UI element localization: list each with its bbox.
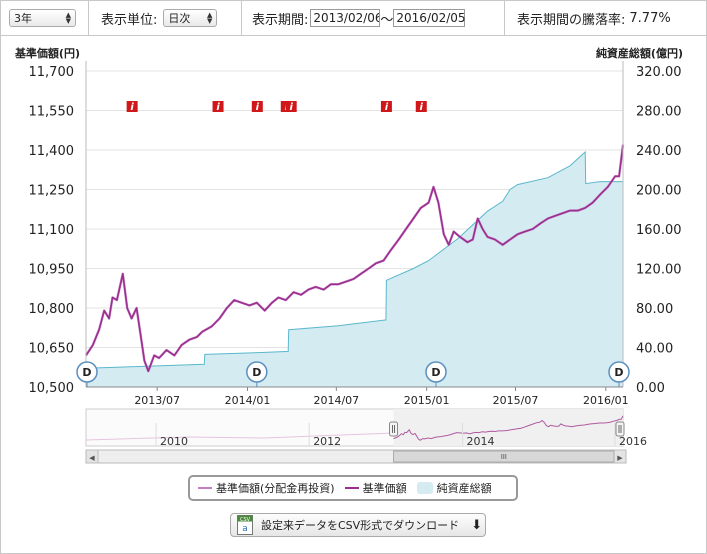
y-right-tick: 40.00: [636, 342, 673, 357]
y-right-tick: 0.00: [636, 381, 665, 396]
info-marker-text: i: [289, 102, 293, 113]
legend: 基準価額(分配金再投資) 基準価額 純資産総額: [188, 475, 518, 501]
scroll-right-arrow-icon: ▶: [617, 454, 623, 462]
info-marker-text: i: [256, 102, 260, 113]
y-left-tick: 11,250: [29, 184, 75, 199]
range-label: 表示期間:: [252, 12, 309, 28]
legend-label-net-assets: 純資産総額: [436, 482, 492, 495]
info-marker-text: i: [216, 102, 220, 113]
info-marker-text: i: [420, 102, 424, 113]
navigator-label: 2016: [619, 435, 647, 448]
date-to-input[interactable]: 2016/02/05: [393, 9, 466, 27]
date-from-value: 2013/02/06: [313, 11, 381, 25]
scroll-left-arrow-icon: ◀: [89, 454, 95, 462]
range-separator: 〜: [380, 12, 394, 28]
y-left-title: 基準価額(円): [14, 46, 80, 60]
dividend-marker-text: D: [431, 366, 440, 379]
period-select-value: 3年: [14, 12, 32, 25]
navigator-handle-box: [389, 421, 399, 437]
csv-download-button[interactable]: CSV a 設定来データをCSV形式でダウンロード ⬇: [230, 513, 486, 537]
chart-panel: 3年 ▲ ▼ 表示単位: 日次 ▲ ▼ 表示期間: 2013/02/06 〜 201…: [0, 0, 707, 554]
navigator-handle-icon[interactable]: [615, 421, 625, 437]
dividend-marker-text: D: [614, 366, 623, 379]
legend-swatch-net-assets: [416, 482, 433, 494]
y-left-tick: 11,700: [29, 65, 75, 80]
toolbar: 3年 ▲ ▼ 表示単位: 日次 ▲ ▼ 表示期間: 2013/02/06 〜 201…: [1, 1, 706, 36]
x-tick-label: 2014/07: [313, 394, 359, 407]
date-from-input[interactable]: 2013/02/06: [310, 9, 381, 27]
navigator-label: 2010: [160, 435, 188, 448]
x-tick-label: 2015/01: [404, 394, 450, 407]
info-marker-icon: i: [415, 101, 427, 113]
csv-icon-text: CSV: [240, 517, 251, 523]
legend-label-nav: 基準価額: [362, 482, 407, 495]
y-right-tick: 320.00: [636, 65, 682, 80]
dividend-marker-text: D: [82, 366, 91, 379]
navigator-label: 2012: [313, 435, 341, 448]
navigator-label: 2014: [467, 435, 495, 448]
x-tick-label: 2013/07: [134, 394, 180, 407]
x-tick-label: 2014/01: [225, 394, 271, 407]
unit-label: 表示単位:: [101, 12, 158, 28]
legend-item-nav-reinvested[interactable]: 基準価額(分配金再投資): [198, 480, 335, 496]
date-to-value: 2016/02/05: [396, 11, 466, 25]
legend-label-nav-reinvested: 基準価額(分配金再投資): [216, 482, 335, 495]
unit-select-value: 日次: [168, 12, 191, 25]
legend-swatch-nav: [344, 487, 359, 489]
csv-download-label: 設定来データをCSV形式でダウンロード: [261, 519, 460, 532]
change-value: 7.77%: [629, 10, 671, 26]
y-left-tick: 10,650: [29, 342, 75, 357]
svg-text:a: a: [242, 524, 248, 534]
period-cell: 3年 ▲ ▼: [1, 1, 89, 35]
download-arrow-icon: ⬇: [471, 517, 483, 533]
y-right-tick: 240.00: [636, 144, 682, 159]
navigator-handle-icon[interactable]: [389, 421, 399, 437]
y-right-title: 純資産総額(億円): [596, 46, 683, 60]
legend-swatch-nav-reinvested: [198, 487, 212, 489]
range-cell: 表示期間: 2013/02/06 〜 2016/02/05: [242, 1, 505, 35]
x-tick-label: 2016/01: [583, 394, 629, 407]
y-left-tick: 11,400: [29, 144, 75, 159]
x-tick-label: 2015/07: [493, 394, 539, 407]
y-left-tick: 10,800: [29, 302, 75, 317]
legend-item-nav[interactable]: 基準価額: [344, 480, 407, 496]
y-right-tick: 280.00: [636, 105, 682, 120]
unit-cell: 表示単位: 日次 ▲ ▼: [89, 1, 242, 35]
y-right-tick: 120.00: [636, 263, 682, 278]
select-arrows-icon: ▲ ▼: [207, 11, 213, 25]
period-select[interactable]: 3年 ▲ ▼: [9, 9, 76, 27]
unit-select[interactable]: 日次 ▲ ▼: [163, 9, 218, 27]
csv-file-icon: CSV a: [237, 515, 253, 535]
info-marker-icon: i: [380, 101, 392, 113]
y-right-tick: 80.00: [636, 302, 673, 317]
info-marker-icon: i: [212, 101, 224, 113]
y-left-tick: 10,500: [29, 381, 75, 396]
info-marker-text: i: [385, 102, 389, 113]
y-left-tick: 11,550: [29, 105, 75, 120]
y-left-tick: 11,100: [29, 223, 75, 238]
price-chart: 基準価額(円) 純資産総額(億円) 11,700 320.00 11,550 280.00…: [14, 46, 683, 464]
y-left-tick: 10,950: [29, 263, 75, 278]
change-cell: 表示期間の騰落率: 7.77%: [505, 1, 706, 35]
change-label: 表示期間の騰落率:: [517, 12, 626, 28]
y-right-tick: 160.00: [636, 223, 682, 238]
info-marker-icon: i: [285, 101, 297, 113]
info-marker-icon: i: [251, 101, 263, 113]
info-marker-icon: i: [126, 101, 138, 113]
navigator-selection: [393, 409, 623, 446]
select-arrows-icon: ▲ ▼: [65, 11, 71, 25]
info-marker-text: i: [130, 102, 134, 113]
legend-item-net-assets[interactable]: 純資産総額: [416, 480, 492, 496]
navigator-handle-box: [615, 421, 625, 437]
y-right-tick: 200.00: [636, 184, 682, 199]
dividend-marker-text: D: [252, 366, 261, 379]
